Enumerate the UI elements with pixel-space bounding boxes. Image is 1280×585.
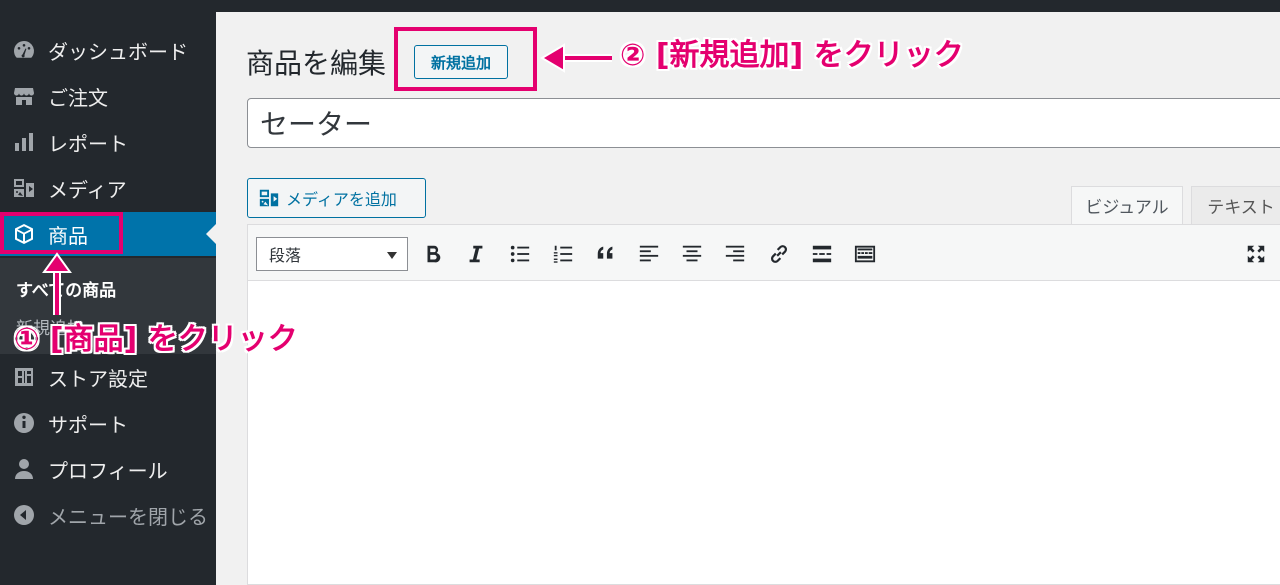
add-media-button[interactable]: メディアを追加: [247, 178, 426, 218]
submenu-item-all-products[interactable]: すべての商品: [16, 276, 116, 301]
sidebar-item-dashboard[interactable]: ダッシュボード: [0, 28, 216, 72]
sidebar-item-label: レポート: [48, 131, 128, 156]
sidebar-item-support[interactable]: サポート: [0, 401, 216, 445]
tab-visual[interactable]: ビジュアル: [1071, 186, 1183, 224]
sidebar-item-media[interactable]: メディア: [0, 166, 216, 210]
sidebar-item-collapse-menu[interactable]: メニューを閉じる: [0, 493, 216, 537]
add-media-label: メディアを追加: [286, 190, 397, 209]
editor-toolbar: 段落: [248, 225, 1280, 281]
settings-icon: [10, 363, 38, 391]
admin-sidebar: ダッシュボード ご注文 レポート メディア 商品 すべての商品 新規追加 ストア…: [0, 0, 216, 585]
dashboard-icon: [10, 36, 38, 64]
italic-button[interactable]: [461, 239, 491, 269]
sidebar-item-label: サポート: [48, 412, 128, 437]
read-more-icon: [812, 245, 832, 263]
align-left-icon: [639, 245, 659, 262]
media-icon: [259, 189, 279, 207]
link-icon: [771, 245, 787, 263]
sidebar-item-reports[interactable]: レポート: [0, 120, 216, 164]
numbered-list-icon: [553, 245, 573, 263]
info-icon: [10, 409, 38, 437]
align-center-button[interactable]: [677, 239, 707, 269]
blockquote-button[interactable]: [591, 239, 621, 269]
italic-icon: [469, 245, 483, 263]
bold-icon: [427, 245, 441, 263]
chevron-down-icon: [387, 252, 397, 259]
bullet-list-button[interactable]: [505, 239, 535, 269]
sidebar-item-label: ストア設定: [48, 366, 148, 391]
main-content: 商品を編集 新規追加 セーター メディアを追加 ビジュアル テキスト 段落: [216, 12, 1280, 585]
highlight-products-menu: [0, 212, 123, 254]
sidebar-item-label: メニューを閉じる: [48, 504, 208, 529]
content-editor[interactable]: 段落: [247, 224, 1280, 585]
tab-text[interactable]: テキスト: [1191, 186, 1280, 224]
user-icon: [10, 455, 38, 483]
collapse-icon: [10, 501, 38, 529]
toolbar-toggle-button[interactable]: [850, 239, 880, 269]
align-right-button[interactable]: [720, 239, 750, 269]
sidebar-item-label: ダッシュボード: [48, 39, 188, 64]
read-more-button[interactable]: [807, 239, 837, 269]
highlight-add-new-button: [394, 27, 537, 91]
insert-link-button[interactable]: [764, 239, 794, 269]
media-icon: [10, 174, 38, 202]
sidebar-item-orders[interactable]: ご注文: [0, 74, 216, 118]
page-title: 商品を編集: [246, 47, 387, 80]
quote-icon: [597, 246, 613, 259]
bold-button[interactable]: [418, 239, 448, 269]
store-icon: [10, 82, 38, 110]
format-select-value: 段落: [269, 246, 302, 265]
fullscreen-button[interactable]: [1241, 239, 1271, 269]
sidebar-item-profile[interactable]: プロフィール: [0, 447, 216, 491]
keyboard-icon: [854, 245, 876, 263]
product-title-input[interactable]: セーター: [247, 98, 1280, 148]
format-select[interactable]: 段落: [256, 237, 408, 271]
sidebar-item-label: ご注文: [48, 85, 108, 110]
annotation-step-2: ② [新規追加] をクリック: [620, 38, 964, 73]
align-left-button[interactable]: [634, 239, 664, 269]
fullscreen-icon: [1247, 245, 1265, 263]
sidebar-item-store-settings[interactable]: ストア設定: [0, 355, 216, 399]
align-right-icon: [725, 245, 745, 262]
annotation-step-1: ① [商品] をクリック: [14, 322, 298, 357]
bullet-list-icon: [510, 245, 530, 263]
chart-bars-icon: [10, 128, 38, 156]
sidebar-item-label: プロフィール: [48, 458, 168, 483]
numbered-list-button[interactable]: [548, 239, 578, 269]
sidebar-item-label: メディア: [48, 177, 127, 202]
align-center-icon: [682, 245, 702, 262]
